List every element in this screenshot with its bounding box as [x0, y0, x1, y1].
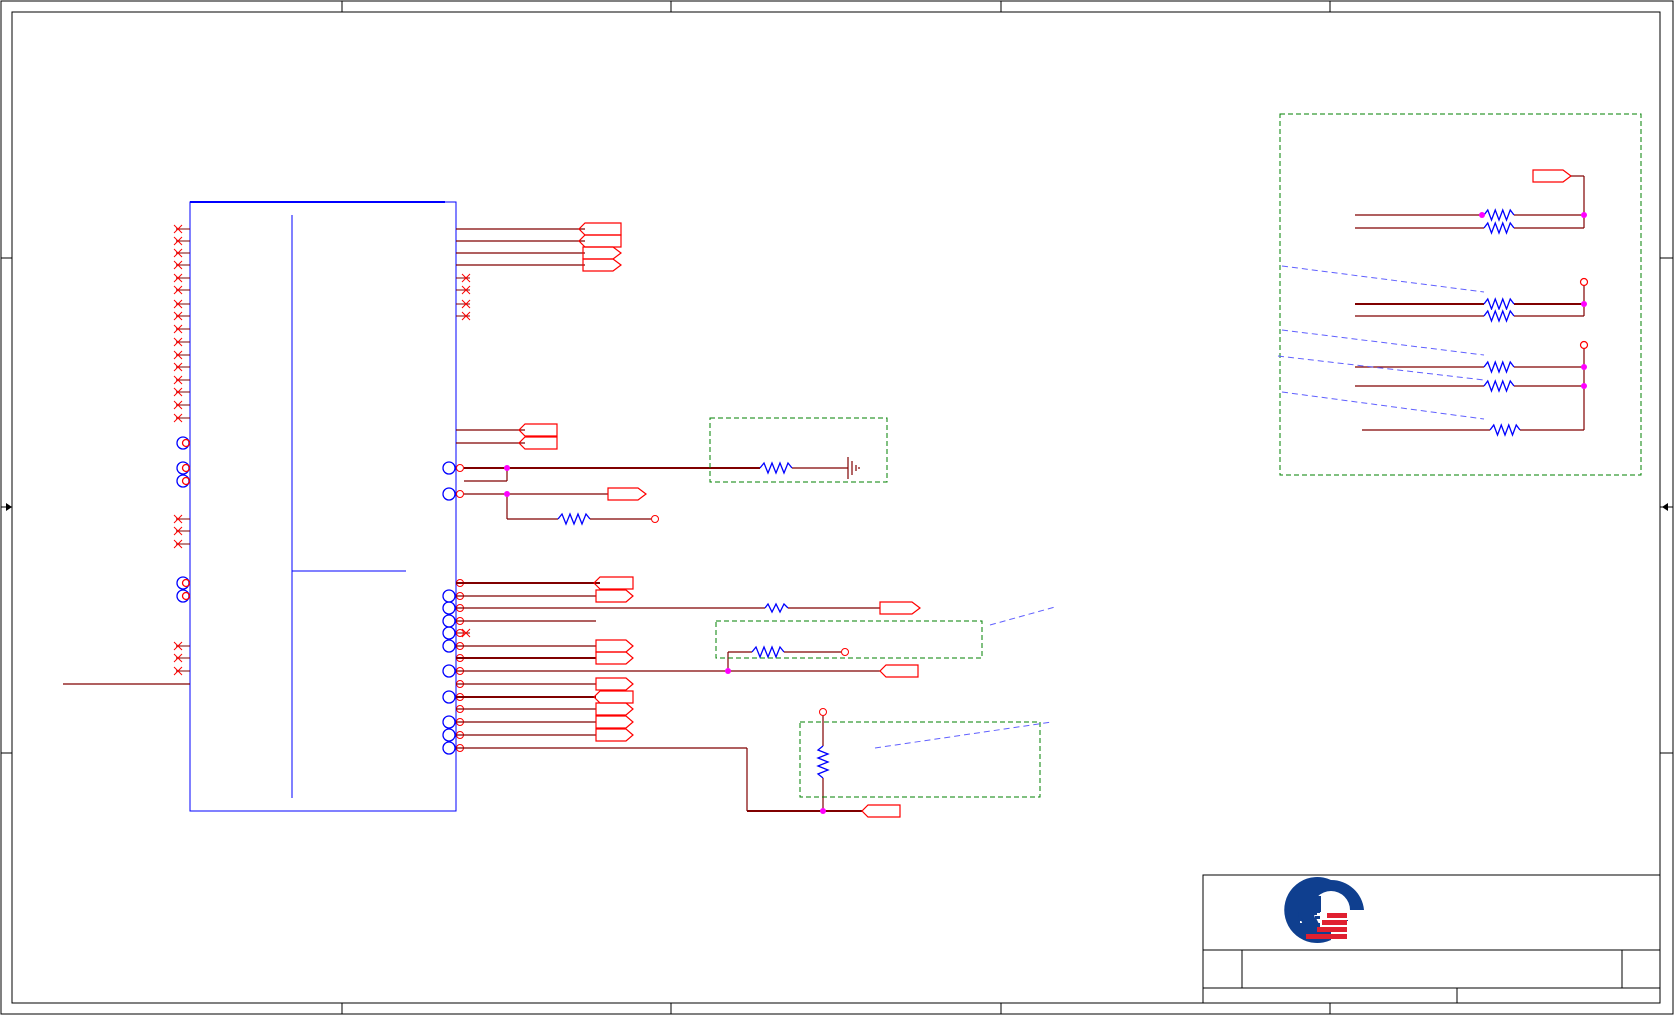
- resistor-bank-zigzags: [1483, 208, 1521, 437]
- inverted-pin-bubble: [442, 614, 456, 628]
- inverted-pin-bubble: [442, 664, 456, 678]
- title-block: [1202, 874, 1661, 1004]
- inverted-pin-bubble: [442, 639, 456, 653]
- company-logo: [1284, 877, 1364, 944]
- note-box-resistor-bank: [1279, 113, 1642, 476]
- junction-dot: [1581, 212, 1587, 218]
- pullup-resistor-lower: [727, 645, 849, 671]
- note-box-ground: [709, 417, 888, 483]
- right-pins-mid: [456, 429, 525, 444]
- inverted-pin-bubble: [442, 589, 456, 603]
- inverted-pin-bubble: [442, 728, 456, 742]
- inverted-pin-bubble: [442, 741, 456, 755]
- junction-dot: [504, 491, 510, 497]
- sheet-border: [0, 0, 1674, 1015]
- note-box-pullup: [715, 606, 1056, 659]
- inverted-pin-bubble: [442, 601, 456, 615]
- junction-dot: [820, 808, 826, 814]
- junction-dot: [1581, 364, 1587, 370]
- junction-dots: [504, 212, 1587, 814]
- junction-dot: [1479, 212, 1485, 218]
- offpage-connectors-top: [578, 222, 622, 272]
- inverted-pin-bubble: [442, 626, 456, 640]
- junction-dot: [725, 668, 731, 674]
- left-pins-no-connect: [173, 224, 190, 676]
- inverted-pin-bubble: [442, 690, 456, 704]
- right-pins-top: [456, 228, 585, 266]
- lower-bus-lines: [456, 576, 921, 818]
- lower-right-pins: [442, 579, 464, 755]
- pullup-resistor-net: [442, 487, 659, 526]
- junction-dot: [504, 465, 510, 471]
- offpage-connectors-mid: [518, 423, 558, 450]
- ic-symbol: [189, 201, 457, 812]
- resistor-bank: [1355, 169, 1589, 431]
- note-box-vertical: [799, 721, 1053, 798]
- vertical-resistor-net: [816, 708, 830, 811]
- junction-dot: [1581, 383, 1587, 389]
- junction-dot: [1581, 301, 1587, 307]
- inverted-pin-bubble: [442, 715, 456, 729]
- bank-pointer-lines: [1277, 265, 1485, 420]
- center-mark-left: [1, 503, 12, 511]
- schematic-sheet: [0, 0, 1674, 1015]
- center-mark-right: [1660, 503, 1673, 511]
